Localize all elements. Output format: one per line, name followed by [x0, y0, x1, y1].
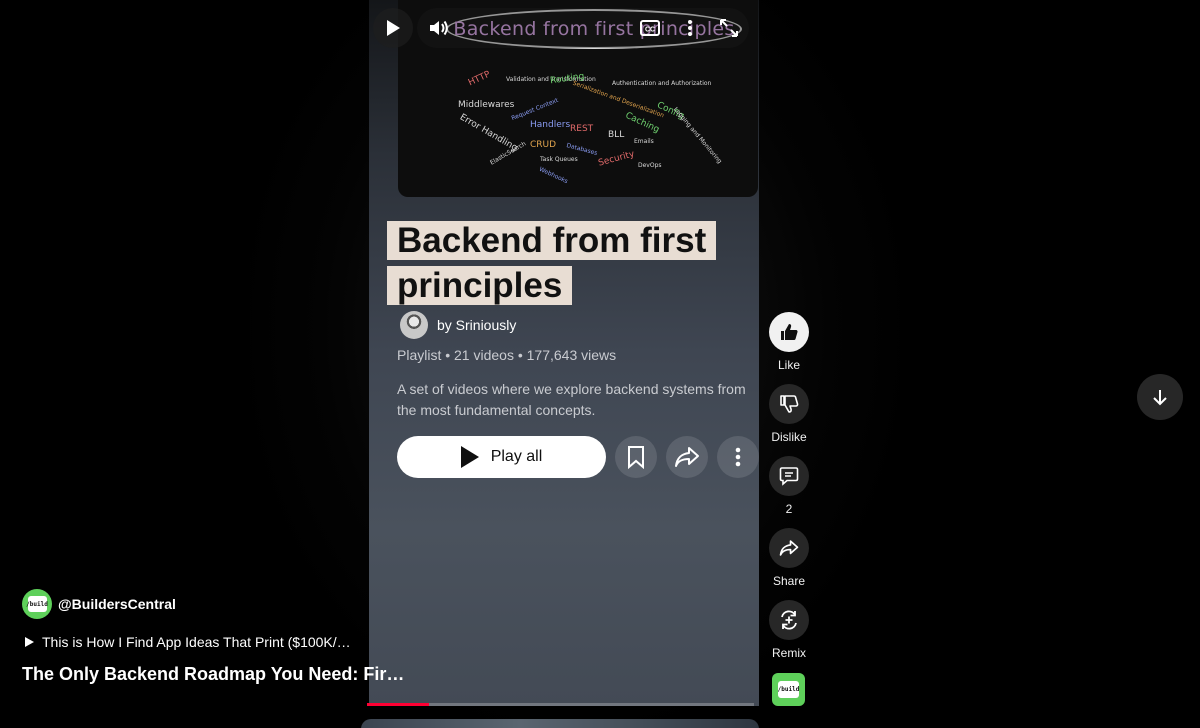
play-all-button[interactable]: Play all [397, 436, 606, 478]
remix-action[interactable]: Remix [769, 600, 809, 660]
channel-avatar-logo: /build [26, 596, 48, 612]
comments-button[interactable] [769, 456, 809, 496]
playlist-author[interactable]: by Sriniously [400, 311, 516, 339]
fullscreen-icon [720, 19, 738, 37]
comments-count: 2 [785, 502, 793, 516]
like-label: Like [777, 358, 800, 372]
remix-icon [781, 610, 797, 630]
share-icon [779, 540, 799, 556]
play-icon [25, 637, 34, 647]
short-title: The Only Backend Roadmap You Need: Fir… [22, 664, 405, 684]
word-cloud-term: CRUD [530, 140, 557, 150]
share-label: Share [772, 574, 806, 588]
word-cloud-term: DevOps [638, 162, 662, 169]
next-short-preview[interactable] [361, 719, 759, 728]
channel-link[interactable]: /build @BuildersCentral [22, 589, 176, 619]
playlist-title-line1: Backend from first [387, 221, 717, 260]
word-cloud-term: Security [597, 149, 636, 169]
word-cloud-term: Logging and Monitoring [671, 106, 724, 165]
channel-handle[interactable]: @BuildersCentral [58, 596, 176, 612]
related-video-link[interactable]: This is How I Find App Ideas That Print … [22, 634, 351, 650]
next-short-button[interactable] [1137, 374, 1183, 420]
captions-button[interactable]: CC [639, 17, 661, 39]
share-button[interactable] [769, 528, 809, 568]
video-progress-bar[interactable] [367, 703, 754, 706]
word-cloud-term: Task Queues [540, 156, 578, 163]
svg-text:CC: CC [645, 27, 655, 34]
arrow-down-icon [1153, 390, 1167, 406]
bookmark-icon [628, 446, 644, 469]
remix-button[interactable] [769, 600, 809, 640]
share-icon [675, 447, 699, 467]
player-controls-bar [417, 8, 749, 48]
playlist-title: Backend from first principles [387, 218, 717, 308]
word-cloud-term: Middlewares [458, 100, 515, 110]
volume-icon [430, 20, 448, 36]
video-progress-fill [367, 703, 429, 706]
comments-action[interactable]: 2 [769, 456, 809, 516]
dislike-label: Dislike [771, 430, 807, 444]
more-vert-icon [688, 20, 692, 36]
save-playlist-button[interactable] [615, 436, 657, 478]
dislike-action[interactable]: Dislike [769, 384, 809, 444]
related-video-title[interactable]: This is How I Find App Ideas That Print … [42, 634, 351, 650]
captions-icon: CC [640, 20, 660, 36]
word-cloud-term: Authentication and Authorization [612, 80, 712, 87]
thumbs-up-icon [781, 324, 798, 340]
word-cloud-term: Emails [634, 138, 654, 145]
author-name[interactable]: by Sriniously [437, 317, 516, 333]
word-cloud-term: Databases [565, 142, 599, 157]
remix-label: Remix [771, 646, 806, 660]
word-cloud-term: Handlers [530, 120, 571, 130]
word-cloud-term: REST [570, 124, 594, 134]
channel-thumbnail-button[interactable]: /build [772, 673, 805, 706]
play-icon [460, 446, 479, 468]
channel-avatar[interactable]: /build [22, 589, 52, 619]
comment-icon [779, 467, 799, 486]
playlist-description: A set of videos where we explore backend… [397, 381, 746, 418]
word-cloud-term: HTTP [466, 69, 493, 89]
share-action[interactable]: Share [769, 528, 809, 588]
share-playlist-button[interactable] [666, 436, 708, 478]
like-action[interactable]: Like [769, 312, 809, 372]
more-options-button[interactable] [681, 17, 699, 39]
more-vert-icon [735, 447, 741, 467]
word-cloud-term: Request Context [510, 96, 560, 123]
playlist-title-line2: principles [387, 266, 573, 305]
thumbs-down-icon [780, 395, 799, 413]
volume-button[interactable] [427, 16, 451, 40]
word-cloud-term: Webhooks [537, 165, 569, 186]
playlist-meta: Playlist • 21 videos • 177,643 views [397, 347, 617, 363]
play-button[interactable] [373, 8, 413, 48]
like-button[interactable] [769, 312, 809, 352]
author-avatar [400, 311, 428, 339]
dislike-button[interactable] [769, 384, 809, 424]
play-icon [387, 20, 400, 36]
word-cloud-term: BLL [608, 130, 625, 140]
channel-logo: /build [778, 681, 799, 698]
fullscreen-button[interactable] [719, 18, 739, 38]
short-video-player[interactable]: Backend from first principles HTTP Valida… [369, 0, 759, 706]
play-all-label: Play all [490, 448, 543, 465]
